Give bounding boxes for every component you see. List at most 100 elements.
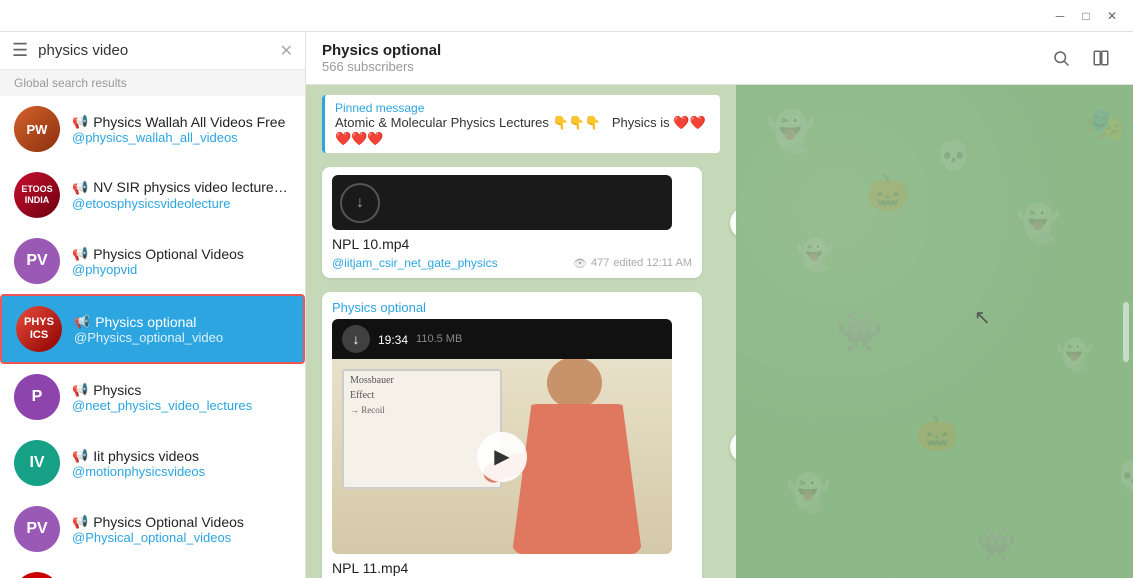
sidebar-item-iit-physics[interactable]: IV 📢 Iit physics videos @motionphysicsvi…	[0, 430, 305, 496]
message-bubble-npl10: ↓ NPL 10.mp4 @iitjam_csir_net_gate_physi…	[322, 167, 702, 278]
item-info-iit-physics: 📢 Iit physics videos @motionphysicsvideo…	[72, 448, 291, 479]
hamburger-icon[interactable]: ☰	[12, 40, 28, 61]
global-search-label: Global search results	[0, 70, 305, 96]
avatar-physics-wallah: PW	[14, 106, 60, 152]
minimize-button[interactable]: ─	[1047, 3, 1073, 29]
svg-text:👾: 👾	[836, 312, 883, 354]
search-input[interactable]	[38, 42, 269, 59]
titlebar: ─ □ ✕	[0, 0, 1133, 32]
chat-messages[interactable]: Pinned message Atomic & Molecular Physic…	[306, 85, 736, 578]
filename-npl11: NPL 11.mp4	[332, 560, 692, 576]
item-name: Physics Optional Videos	[93, 514, 244, 530]
avatar-physics-optional: PHYSICS	[16, 306, 62, 352]
megaphone-icon: 📢	[72, 246, 88, 262]
item-info-nv-sir: 📢 NV SIR physics video lectures 💯 😜 @eto…	[72, 179, 291, 211]
video-preview-npl10[interactable]: ↓	[332, 175, 672, 230]
item-info-phyopvid: 📢 Physics Optional Videos @phyopvid	[72, 246, 291, 277]
chat-header: Physics optional 566 subscribers	[306, 32, 1133, 85]
view-count-npl10: 477	[591, 257, 609, 269]
item-info-physics-wallah: 📢 Physics Wallah All Videos Free @physic…	[72, 114, 291, 145]
avatar-pv: PV	[14, 238, 60, 284]
video-overlay-npl11: ↓ 19:34 110.5 MB	[332, 319, 672, 359]
item-info-phyoptional2: 📢 Physics Optional Videos @Physical_opti…	[72, 514, 291, 545]
megaphone-icon: 📢	[72, 448, 88, 464]
search-clear-icon[interactable]: ✕	[280, 41, 293, 61]
megaphone-icon: 📢	[72, 514, 88, 530]
item-handle: @etoosphysicsvideolecture	[72, 196, 291, 211]
board-text-2: Effect	[350, 390, 494, 401]
avatar-pv2: PV	[14, 506, 60, 552]
cursor-icon: ↖	[974, 305, 991, 330]
item-name: Physics Wallah All Videos Free	[93, 114, 285, 130]
duration-text: 19:34	[378, 333, 408, 347]
message-bubble-npl11: Physics optional ↓ 19:34 110.5 MB	[322, 292, 702, 578]
scrollbar[interactable]	[1123, 302, 1129, 362]
eye-icon: 👁	[573, 257, 587, 270]
chat-body: Pinned message Atomic & Molecular Physic…	[306, 85, 1133, 578]
svg-text:👻: 👻	[786, 471, 831, 514]
sidebar-item-physics-videos-links[interactable]: 📢 Physics Videos Links @physics_video	[0, 562, 305, 578]
message-npl10: ↓ NPL 10.mp4 @iitjam_csir_net_gate_physi…	[322, 167, 720, 278]
edit-time-npl10: edited 12:11 AM	[613, 257, 692, 269]
item-handle: @motionphysicsvideos	[72, 464, 291, 479]
sidebar-item-physics-optional[interactable]: PHYSICS 📢 Physics optional @Physics_opti…	[0, 294, 305, 364]
video-frame-npl11[interactable]: ↓ 19:34 110.5 MB Mossbauer	[332, 319, 672, 554]
chat-panel: Physics optional 566 subscribers Pinned …	[306, 32, 1133, 578]
avatar-iv: IV	[14, 440, 60, 486]
message-npl11: Physics optional ↓ 19:34 110.5 MB	[322, 292, 720, 578]
sidebar-item-physics-wallah[interactable]: PW 📢 Physics Wallah All Videos Free @phy…	[0, 96, 305, 162]
svg-text:👻: 👻	[1056, 336, 1093, 373]
download-icon-npl10[interactable]: ↓	[340, 183, 380, 223]
svg-text:🎃: 🎃	[916, 414, 958, 453]
download-icon-small[interactable]: ↓	[342, 325, 370, 353]
sidebar-item-physics-optional-videos[interactable]: PV 📢 Physics Optional Videos @phyopvid	[0, 228, 305, 294]
close-button[interactable]: ✕	[1099, 3, 1125, 29]
message-handle-npl10[interactable]: @iitjam_csir_net_gate_physics	[332, 256, 498, 270]
item-name: Iit physics videos	[93, 448, 199, 464]
pinned-message-bar[interactable]: Pinned message Atomic & Molecular Physic…	[322, 95, 720, 153]
megaphone-icon: 📢	[72, 114, 88, 130]
video-duration-info: 19:34	[378, 331, 408, 347]
item-name: Physics Optional Videos	[93, 246, 244, 262]
chat-title: Physics optional	[322, 42, 1033, 59]
sidebar-header: ☰ ✕	[0, 32, 305, 70]
background-pattern: 👻 🎃 👻 💀 👻 🎭 👾 👻 🎃 👻 💀 👾 👻 🎭	[736, 85, 1133, 578]
megaphone-icon: 📢	[72, 382, 88, 398]
sidebar-list: PW 📢 Physics Wallah All Videos Free @phy…	[0, 96, 305, 578]
svg-text:👻: 👻	[1016, 201, 1061, 244]
svg-text:👻: 👻	[796, 236, 833, 273]
svg-text:💀: 💀	[1116, 459, 1133, 492]
svg-text:💀: 💀	[936, 139, 971, 172]
person-body	[512, 404, 642, 554]
search-button[interactable]	[1045, 42, 1077, 74]
columns-button[interactable]	[1085, 42, 1117, 74]
item-info-physics-optional: 📢 Physics optional @Physics_optional_vid…	[74, 314, 289, 345]
board-text: Mossbauer	[350, 375, 494, 386]
message-sender-npl11: Physics optional	[332, 300, 692, 315]
item-name: Physics optional	[95, 314, 196, 330]
item-handle: @Physical_optional_videos	[72, 530, 291, 545]
svg-text:👾: 👾	[976, 526, 1016, 562]
item-handle: @physics_wallah_all_videos	[72, 130, 291, 145]
size-text: 110.5 MB	[416, 333, 462, 345]
pinned-text: Atomic & Molecular Physics Lectures 👇👇👇 …	[335, 115, 710, 147]
megaphone-icon: 📢	[74, 314, 90, 330]
megaphone-icon: 📢	[72, 180, 88, 196]
play-button[interactable]: ▶	[477, 432, 527, 482]
sidebar-item-physics[interactable]: P 📢 Physics @neet_physics_video_lectures	[0, 364, 305, 430]
message-info-npl10: 👁 477 edited 12:11 AM	[573, 257, 692, 270]
chat-subtitle: 566 subscribers	[322, 59, 1033, 74]
svg-text:🎃: 🎃	[866, 173, 910, 213]
sidebar-item-nv-sir[interactable]: ETOOSINDIA 📢 NV SIR physics video lectur…	[0, 162, 305, 228]
board-scene: Mossbauer Effect → Recoil	[332, 359, 672, 554]
board-arrow: → Recoil	[350, 405, 494, 415]
person-head	[547, 359, 602, 409]
item-handle: @Physics_optional_video	[74, 330, 289, 345]
sidebar-item-physics-optional-videos-2[interactable]: PV 📢 Physics Optional Videos @Physical_o…	[0, 496, 305, 562]
whiteboard: Mossbauer Effect → Recoil	[342, 369, 502, 489]
maximize-button[interactable]: □	[1073, 3, 1099, 29]
avatar-nv-sir: ETOOSINDIA	[14, 172, 60, 218]
avatar-p: P	[14, 374, 60, 420]
chat-header-actions	[1045, 42, 1117, 74]
sidebar: ☰ ✕ Global search results PW 📢 Physics W…	[0, 32, 306, 578]
